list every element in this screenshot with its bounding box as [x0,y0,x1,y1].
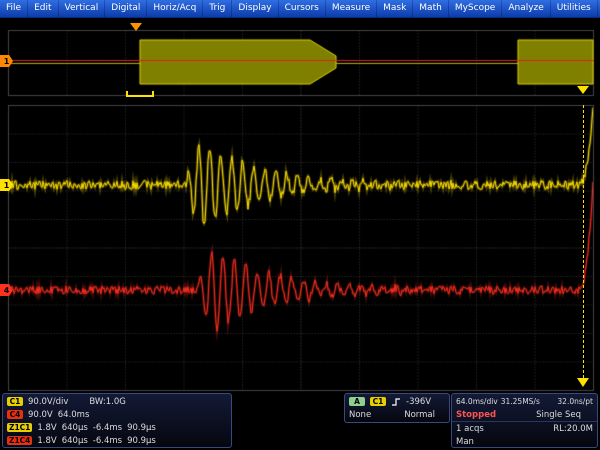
record-length: RL:20.0M [553,424,593,434]
zoom1-ch4-delay: -6.4ms [93,436,122,446]
zoom1-ch1-badge[interactable]: Z1C1 [7,423,32,433]
trig-mode-row: Man [452,435,597,448]
zoom1-ch4-vscale: 1.8V [37,436,56,446]
menu-edit[interactable]: Edit [28,0,58,17]
menu-utilities[interactable]: Utilities [551,0,598,17]
trigger-level: -396V [406,397,431,407]
zoom1-ch1-hscale: 640µs [62,423,88,433]
zoom1-ch4-row: Z1C4 1.8V 640µs -6.4ms 90.9µs [3,434,231,447]
menu-math[interactable]: Math [413,0,449,17]
ch1-scale: 90.0V/div [28,397,68,407]
acq-status: Stopped [456,410,496,420]
readout-bar: C1 90.0V/div BW:1.0G C4 90.0V 64.0ms Z1C… [0,392,600,450]
acq-status-row: Stopped Single Seq [452,408,597,421]
zoom1-ch4-width: 90.9µs [127,436,156,446]
sample-resolution: 32.0ns/pt [557,397,593,406]
ch4-position: 64.0ms [58,410,90,420]
zoom-marker-arrow-top[interactable] [577,86,589,94]
ch1-badge[interactable]: C1 [7,397,23,407]
acq-count: 1 acqs [456,424,484,434]
menu-file[interactable]: File [0,0,28,17]
menu-measure[interactable]: Measure [326,0,377,17]
zoom-marker-arrow-bottom[interactable] [577,378,589,387]
ch1-bandwidth: BW:1.0G [89,397,125,407]
zoom-region-bracket[interactable] [126,91,154,97]
zoom1-ch1-vscale: 1.8V [37,423,56,433]
zoom1-ch1-width: 90.9µs [127,423,156,433]
menu-myscope[interactable]: MyScope [449,0,503,17]
trigger-mode-row: None Normal [345,408,449,421]
trigger-readout-panel: A C1 -396V None Normal [344,393,450,423]
trigger-mode: Normal [404,410,435,420]
zoom-marker-line[interactable] [583,105,584,378]
menu-trig[interactable]: Trig [203,0,232,17]
ch4-badge[interactable]: C4 [7,410,23,420]
horizontal-readout-panel: 64.0ms/div 31.25MS/s 32.0ns/pt Stopped S… [451,393,598,448]
trigger-source-badge[interactable]: C1 [370,397,386,407]
zoom1-ch4-badge[interactable]: Z1C4 [7,436,32,446]
sample-rate: 31.25MS/s [501,397,540,406]
ch4-scale-row: C4 90.0V 64.0ms [3,408,231,421]
menu-vertical[interactable]: Vertical [59,0,106,17]
acq-count-row: 1 acqs RL:20.0M [452,421,597,435]
trigger-holdoff: None [349,410,371,420]
menu-bar: File Edit Vertical Digital Horiz/Acq Tri… [0,0,600,18]
trigger-row: A C1 -396V [345,395,449,408]
menu-cursors[interactable]: Cursors [279,0,326,17]
menu-analyze[interactable]: Analyze [502,0,550,17]
manual-trigger-label: Man [456,437,474,447]
zoom1-ch1-row: Z1C1 1.8V 640µs -6.4ms 90.9µs [3,421,231,434]
horizontal-scale: 64.0ms/div [456,397,498,406]
ch4-scale: 90.0V [28,410,53,420]
waveform-display [0,0,600,450]
menu-digital[interactable]: Digital [105,0,147,17]
vertical-readout-panel: C1 90.0V/div BW:1.0G C4 90.0V 64.0ms Z1C… [2,393,232,448]
trigger-position-marker[interactable] [130,23,142,31]
horizontal-scale-row: 64.0ms/div 31.25MS/s 32.0ns/pt [452,395,597,408]
menu-mask[interactable]: Mask [377,0,413,17]
menu-display[interactable]: Display [232,0,278,17]
trigger-seq-badge[interactable]: A [349,397,365,407]
acq-mode: Single Seq [536,410,581,420]
ch1-scale-row: C1 90.0V/div BW:1.0G [3,395,231,408]
menu-horiz-acq[interactable]: Horiz/Acq [147,0,203,17]
trigger-slope-icon [391,397,401,407]
zoom1-ch4-hscale: 640µs [62,436,88,446]
zoom1-ch1-delay: -6.4ms [93,423,122,433]
